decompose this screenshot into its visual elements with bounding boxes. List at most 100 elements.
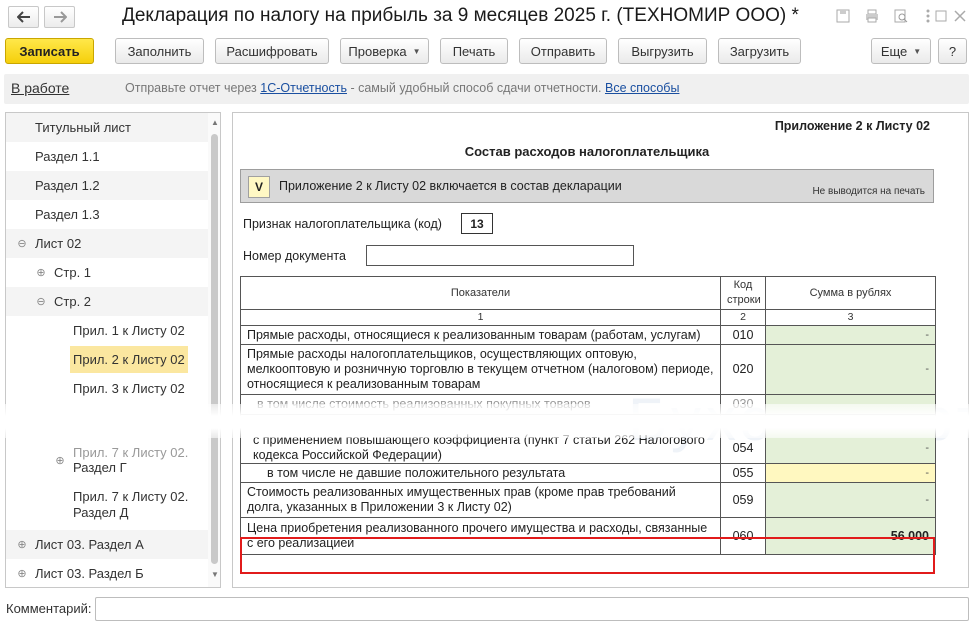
tree-item-label: Раздел 1.2 (35, 178, 100, 193)
check-dropdown-button[interactable]: Проверка ▼ (340, 38, 429, 64)
more-dropdown-button[interactable]: Еще ▼ (871, 38, 931, 64)
tree-item-label: Раздел Г (73, 460, 127, 475)
row-indicator: в том числе не давшие положительного рез… (240, 463, 721, 483)
column-header-code: Код строки (720, 276, 766, 310)
tree-item-label: Лист 03. Раздел А (35, 537, 144, 552)
info-text-2: - самый удобный способ сдачи отчетности. (346, 81, 605, 95)
tree-item-label: Раздел 1.3 (35, 207, 100, 222)
chevron-down-icon: ▼ (913, 46, 922, 56)
tree-item-page-1[interactable]: ⊕ Стр. 1 (6, 258, 210, 287)
row-sum[interactable]: - (765, 463, 936, 483)
tree-item-appendix-7-d[interactable]: Прил. 7 к Листу 02. Раздел Д (6, 488, 210, 522)
scrollbar-thumb[interactable] (211, 134, 218, 564)
tree-item-label: Прил. 7 к Листу 02. (73, 489, 189, 504)
forward-button[interactable] (44, 6, 75, 28)
row-indicator: Прямые расходы налогоплательщиков, осуще… (240, 344, 721, 395)
row-code: 055 (720, 463, 766, 483)
more-button-label: Еще (880, 43, 908, 59)
tree-item-label-group: Прил. 7 к Листу 02. Раздел Г (73, 445, 188, 475)
tree-item-label: Лист 02 (35, 236, 82, 251)
expand-icon[interactable]: ⊕ (16, 567, 28, 580)
collapse-icon[interactable]: ⊖ (16, 237, 28, 250)
tree-item-sheet-03-a[interactable]: ⊕ Лист 03. Раздел А (6, 530, 210, 559)
help-button[interactable]: ? (938, 38, 967, 64)
status-link[interactable]: В работе (11, 80, 69, 96)
row-sum[interactable]: - (765, 482, 936, 518)
tree-item-appendix-7-g[interactable]: ⊕ Прил. 7 к Листу 02. Раздел Г (6, 444, 210, 476)
tree-item-page-2[interactable]: ⊖ Стр. 2 (6, 287, 210, 316)
scroll-up-icon[interactable]: ▲ (211, 118, 219, 127)
row-sum[interactable]: - (765, 344, 936, 395)
reporting-link[interactable]: 1С-Отчетность (260, 81, 347, 95)
expand-icon[interactable]: ⊕ (35, 266, 47, 279)
maximize-icon[interactable] (933, 8, 949, 24)
expand-icon[interactable]: ⊕ (54, 454, 66, 467)
column-header-indicators: Показатели (240, 276, 721, 310)
arrow-left-icon (16, 11, 30, 23)
back-button[interactable] (8, 6, 39, 28)
form-title: Состав расходов налогоплательщика (464, 144, 710, 159)
tree-item-section-1-3[interactable]: Раздел 1.3 (6, 200, 210, 229)
comment-field[interactable] (95, 597, 969, 621)
row-code: 059 (720, 482, 766, 518)
send-button[interactable]: Отправить (519, 38, 607, 64)
tree-item-appendix-1[interactable]: Прил. 1 к Листу 02 (6, 316, 210, 345)
fill-button[interactable]: Заполнить (115, 38, 204, 64)
tree-item-appendix-3[interactable]: Прил. 3 к Листу 02 (6, 374, 210, 403)
appendix-header: Приложение 2 к Листу 02 (774, 119, 930, 133)
save-button[interactable]: Записать (5, 38, 94, 64)
not-printed-note: Не выводится на печать (812, 186, 925, 197)
taxpayer-code-field[interactable]: 13 (461, 213, 493, 234)
close-icon[interactable] (952, 8, 968, 24)
include-checkbox[interactable]: V (248, 176, 270, 198)
table-number-row: 1 2 3 (240, 309, 936, 326)
row-code: 010 (720, 325, 766, 345)
scroll-down-icon[interactable]: ▼ (211, 570, 219, 579)
expand-icon[interactable]: ⊕ (16, 538, 28, 551)
include-band: V Приложение 2 к Листу 02 включается в с… (240, 169, 934, 203)
preview-icon[interactable] (893, 8, 909, 24)
tree-item-sheet-03-b[interactable]: ⊕ Лист 03. Раздел Б (6, 559, 210, 587)
row-indicator: Стоимость реализованных имущественных пр… (240, 482, 721, 518)
torn-divider (0, 404, 972, 438)
tree-item-appendix-2[interactable]: Прил. 2 к Листу 02 (6, 345, 210, 374)
row-sum[interactable]: - (765, 325, 936, 345)
tree-item-label: Прил. 1 к Листу 02 (73, 323, 185, 338)
chevron-down-icon: ▼ (412, 46, 421, 56)
print-icon[interactable] (864, 8, 880, 24)
decode-button[interactable]: Расшифровать (215, 38, 329, 64)
row-indicator: Прямые расходы, относящиеся к реализован… (240, 325, 721, 345)
info-message: Отправьте отчет через 1С-Отчетность - са… (125, 81, 679, 95)
tree-item-label: Раздел 1.1 (35, 149, 100, 164)
tree-item-title-sheet[interactable]: Титульный лист (6, 113, 210, 142)
print-button[interactable]: Печать (440, 38, 508, 64)
collapse-icon[interactable]: ⊖ (35, 295, 47, 308)
tree-item-label: Лист 03. Раздел Б (35, 566, 144, 581)
tree-item-label: Прил. 3 к Листу 02 (73, 381, 185, 396)
tree-item-section-1-1[interactable]: Раздел 1.1 (6, 142, 210, 171)
tree-item-section-1-2[interactable]: Раздел 1.2 (6, 171, 210, 200)
all-methods-link[interactable]: Все способы (605, 81, 679, 95)
declaration-form: Приложение 2 к Листу 02 Состав расходов … (232, 112, 969, 588)
table-row: Прямые расходы, относящиеся к реализован… (240, 325, 936, 345)
doc-number-field[interactable] (366, 245, 634, 266)
tree-item-label: Стр. 2 (54, 294, 92, 309)
save-icon[interactable] (835, 8, 851, 24)
table-header-row: Показатели Код строки Сумма в рублях (240, 276, 936, 310)
column-number: 3 (765, 309, 936, 326)
import-button[interactable]: Загрузить (718, 38, 801, 64)
tree-item-label: Прил. 2 к Листу 02 (70, 346, 188, 373)
export-button[interactable]: Выгрузить (618, 38, 707, 64)
table-row: в том числе не давшие положительного рез… (240, 463, 936, 483)
highlight-frame (240, 537, 935, 574)
tree-item-label: Раздел Д (73, 505, 129, 520)
row-code: 020 (720, 344, 766, 395)
taxpayer-code-label: Признак налогоплательщика (код) (243, 217, 442, 231)
column-header-sum: Сумма в рублях (765, 276, 936, 310)
doc-number-label: Номер документа (243, 249, 346, 263)
comment-label: Комментарий: (6, 601, 92, 616)
tree-item-sheet-02[interactable]: ⊖ Лист 02 (6, 229, 210, 258)
table-row: Стоимость реализованных имущественных пр… (240, 482, 936, 518)
tree-item-label: Стр. 1 (54, 265, 92, 280)
tree-item-label: Прил. 7 к Листу 02. (73, 445, 189, 460)
